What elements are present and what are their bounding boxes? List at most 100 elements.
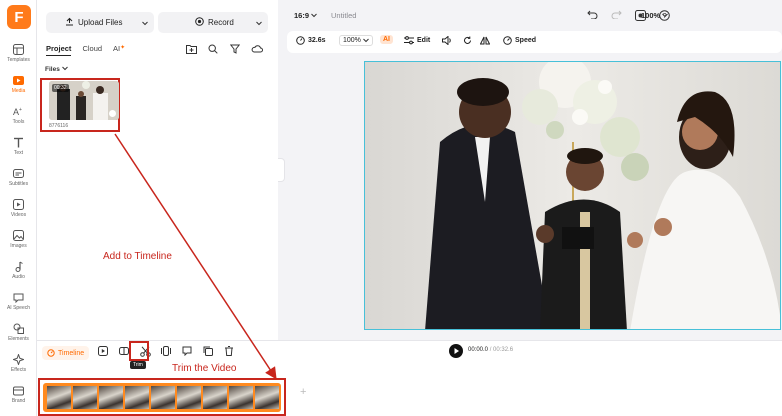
duration-control[interactable]: 32.6s bbox=[296, 36, 326, 45]
tools-icon: A + bbox=[13, 105, 25, 117]
play-icon bbox=[454, 348, 459, 354]
tab-project[interactable]: Project bbox=[46, 44, 72, 56]
undo-icon[interactable] bbox=[586, 10, 598, 21]
elements-icon bbox=[13, 322, 25, 334]
sliders-icon bbox=[404, 36, 414, 45]
clip-frame bbox=[151, 386, 175, 409]
rail-item-images[interactable]: Images bbox=[0, 226, 37, 257]
add-clip-button[interactable]: + bbox=[300, 386, 306, 398]
app-logo[interactable]: F bbox=[7, 5, 31, 29]
redo-icon[interactable] bbox=[610, 10, 622, 21]
audio-icon bbox=[13, 260, 25, 272]
media-panel: Upload Files Record Project Cloud AI✦ Fi… bbox=[37, 0, 278, 340]
caption-icon[interactable] bbox=[181, 345, 193, 357]
tab-cloud[interactable]: Cloud bbox=[82, 44, 102, 56]
duplicate-clip-icon[interactable] bbox=[160, 345, 172, 357]
media-file-item[interactable]: 00:32 8776116 bbox=[40, 78, 120, 132]
scale-dropdown[interactable]: 100% bbox=[339, 35, 373, 46]
new-folder-icon[interactable] bbox=[183, 44, 199, 54]
add-media-icon[interactable] bbox=[97, 345, 109, 357]
clip-frame bbox=[125, 386, 149, 409]
volume-icon[interactable] bbox=[442, 36, 452, 45]
clip-frame bbox=[73, 386, 97, 409]
rail-label: Videos bbox=[10, 212, 27, 218]
clip-frame bbox=[99, 386, 123, 409]
svg-text:+: + bbox=[19, 107, 22, 113]
chevron-down-icon bbox=[662, 13, 669, 18]
rail-item-tools[interactable]: A + Tools bbox=[0, 102, 37, 133]
chevron-down-icon[interactable] bbox=[142, 19, 148, 28]
record-icon bbox=[195, 17, 204, 28]
clip-frame bbox=[255, 386, 279, 409]
speed-icon bbox=[503, 36, 512, 45]
timeline-icon bbox=[47, 349, 55, 357]
aspect-ratio-dropdown[interactable]: 16:9 bbox=[294, 11, 317, 20]
check-icon bbox=[109, 110, 116, 117]
speed-button[interactable]: Speed bbox=[503, 36, 536, 45]
rail-item-elements[interactable]: Elements bbox=[0, 319, 37, 350]
rail-item-ai-speech[interactable]: AI Speech bbox=[0, 288, 37, 319]
rail-item-templates[interactable]: Templates bbox=[0, 40, 37, 71]
chevron-down-icon[interactable] bbox=[256, 19, 262, 28]
edit-label: Edit bbox=[417, 37, 431, 44]
videos-icon bbox=[13, 198, 25, 210]
timeline-toggle[interactable]: Timeline bbox=[42, 346, 90, 360]
media-icon bbox=[13, 74, 25, 86]
left-rail: F Templates Media A + Tools Text Subtitle… bbox=[0, 0, 37, 416]
copy-icon[interactable] bbox=[202, 345, 214, 357]
timeline-tools bbox=[97, 345, 244, 357]
clock-icon bbox=[296, 36, 305, 45]
rail-item-effects[interactable]: Effects bbox=[0, 350, 37, 381]
rail-label: Tools bbox=[12, 119, 25, 125]
rotate-icon[interactable] bbox=[463, 36, 472, 45]
rail-label: Media bbox=[11, 88, 26, 94]
video-thumbnail[interactable]: 00:32 bbox=[49, 81, 119, 120]
duration-value: 32.6s bbox=[308, 37, 326, 44]
search-icon[interactable] bbox=[205, 44, 221, 54]
ai-speech-icon bbox=[13, 291, 25, 303]
timecode: 00:00.0 / 00:32.6 bbox=[468, 347, 513, 353]
delete-icon[interactable] bbox=[223, 345, 235, 357]
record-label: Record bbox=[208, 18, 234, 27]
rail-item-brand[interactable]: Brand bbox=[0, 381, 37, 412]
media-tabs: Project Cloud AI✦ bbox=[46, 44, 136, 56]
cloud-icon[interactable] bbox=[249, 44, 265, 54]
ai-label: AI bbox=[383, 36, 390, 43]
panel-collapse-handle[interactable] bbox=[278, 158, 285, 182]
rail-item-audio[interactable]: Audio bbox=[0, 257, 37, 288]
upload-icon bbox=[65, 17, 74, 28]
annotation-trim-the-video: Trim the Video bbox=[172, 363, 237, 374]
record-button[interactable]: Record bbox=[158, 12, 268, 33]
files-dropdown[interactable]: Files bbox=[45, 66, 68, 73]
ai-tools-button[interactable]: AI bbox=[380, 35, 393, 44]
upload-files-button[interactable]: Upload Files bbox=[46, 12, 154, 33]
text-icon bbox=[13, 136, 25, 148]
zoom-dropdown[interactable]: 100% bbox=[641, 11, 669, 20]
video-track-clip[interactable] bbox=[43, 383, 281, 412]
chevron-down-icon bbox=[363, 38, 369, 43]
media-tool-icons bbox=[183, 44, 271, 54]
trim-highlight[interactable] bbox=[129, 341, 149, 361]
subtitles-icon bbox=[13, 167, 25, 179]
rail-label: Templates bbox=[7, 57, 30, 63]
editor-window: F Templates Media A + Tools Text Subtitle… bbox=[0, 0, 782, 416]
rail-item-videos[interactable]: Videos bbox=[0, 195, 37, 226]
play-button[interactable] bbox=[449, 344, 463, 358]
timeline-area: Timeline Trim 00:00.0 / 00:32.6 + bbox=[37, 340, 782, 416]
templates-icon bbox=[13, 43, 25, 55]
project-title[interactable]: Untitled bbox=[331, 11, 356, 20]
rail-label: AI Speech bbox=[6, 305, 31, 311]
rail-item-subtitles[interactable]: Subtitles bbox=[0, 164, 37, 195]
scale-value: 100% bbox=[343, 37, 361, 44]
rail-item-text[interactable]: Text bbox=[0, 133, 37, 164]
video-preview[interactable] bbox=[364, 61, 781, 330]
rail-item-media[interactable]: Media bbox=[0, 71, 37, 102]
annotation-add-to-timeline: Add to Timeline bbox=[103, 251, 172, 262]
edit-button[interactable]: Edit bbox=[404, 36, 430, 45]
flip-icon[interactable] bbox=[480, 36, 490, 45]
speed-label: Speed bbox=[515, 37, 537, 44]
filter-icon[interactable] bbox=[227, 44, 243, 54]
files-label: Files bbox=[45, 66, 60, 73]
tab-ai[interactable]: AI✦ bbox=[113, 44, 125, 56]
total-time: / 00:32.6 bbox=[489, 347, 514, 353]
